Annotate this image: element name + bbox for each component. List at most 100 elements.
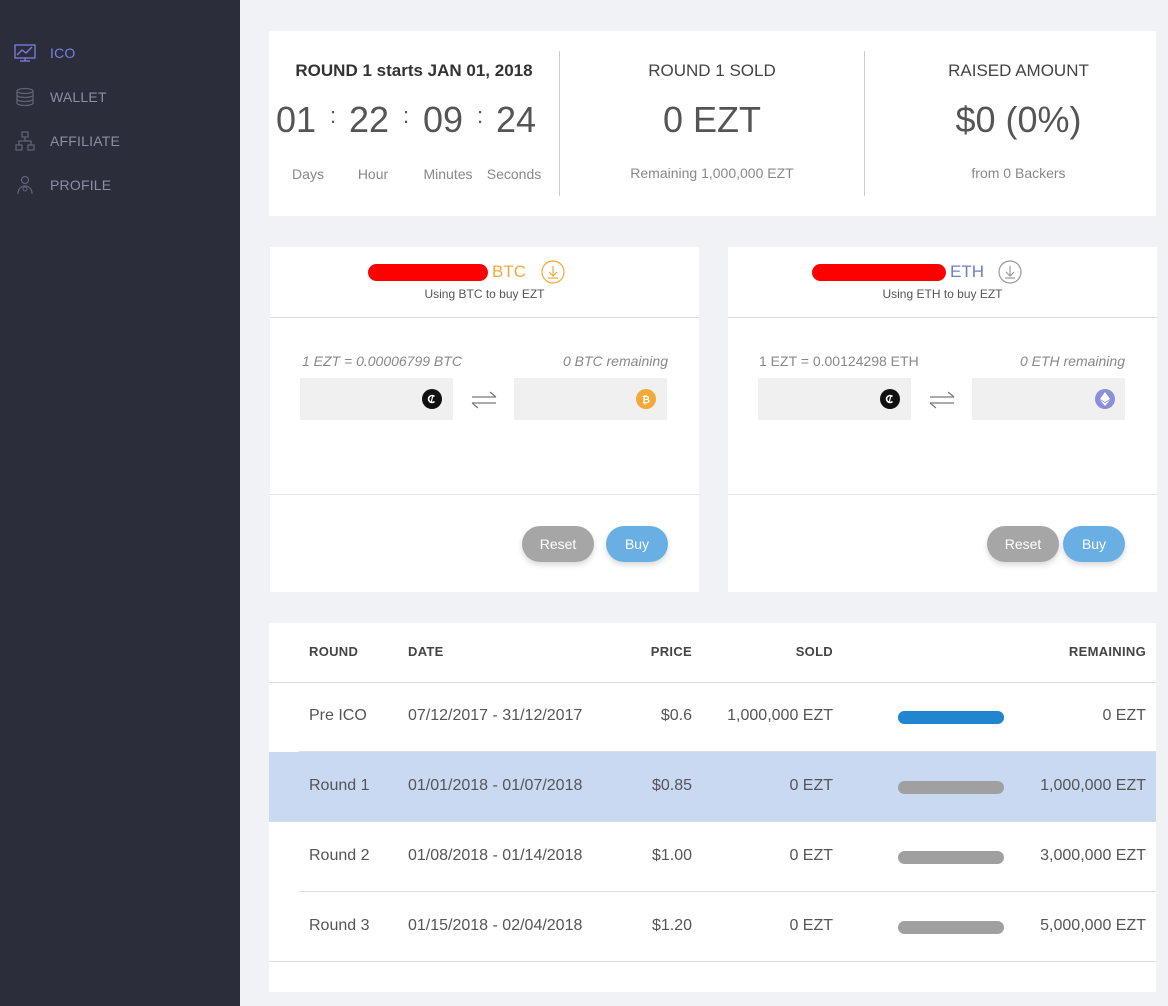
round-price: $1.00 xyxy=(651,847,692,864)
round-remaining: 1,000,000 EZT xyxy=(1040,777,1146,794)
round-date: 01/08/2018 - 01/14/2018 xyxy=(408,847,583,864)
table-row[interactable]: Pre ICO 07/12/2017 - 31/12/2017 $0.6 1,0… xyxy=(269,682,1156,752)
countdown-separator: : xyxy=(477,103,484,128)
eth-remaining: 0 ETH remaining xyxy=(1019,353,1125,369)
progress-bar-fill xyxy=(898,711,1004,724)
btc-rate: 1 EZT = 0.00006799 BTC xyxy=(302,353,462,369)
divider xyxy=(269,961,1156,962)
eth-buy-button[interactable]: Buy xyxy=(1063,526,1125,562)
round-name: Pre ICO xyxy=(309,707,367,724)
column-header-remaining: REMAINING xyxy=(1068,644,1146,659)
round-price: $0.85 xyxy=(651,777,692,794)
btc-panel-header: BTC Using BTC to buy EZT xyxy=(270,247,699,318)
round-sold: 0 EZT xyxy=(789,917,833,934)
countdown-section: ROUND 1 starts JAN 01, 2018 01 : 22 : 09… xyxy=(269,31,559,216)
download-icon[interactable] xyxy=(998,260,1022,284)
svg-text:₿: ₿ xyxy=(642,394,650,405)
btc-panel-subtitle: Using BTC to buy EZT xyxy=(424,287,545,301)
btc-remaining: 0 BTC remaining xyxy=(562,353,668,369)
countdown-seconds: 24 xyxy=(495,99,537,140)
raised-backers: from 0 Backers xyxy=(971,165,1066,181)
countdown-minutes-label: Minutes xyxy=(423,166,473,182)
ethereum-coin-icon xyxy=(1095,389,1115,409)
countdown-minutes: 09 xyxy=(422,99,464,140)
eth-currency-name: ETH xyxy=(950,262,984,281)
column-header-round: ROUND xyxy=(309,644,359,659)
round-date: 07/12/2017 - 31/12/2017 xyxy=(408,707,583,724)
btc-reset-button[interactable]: Reset xyxy=(522,526,594,562)
round-remaining: 3,000,000 EZT xyxy=(1040,847,1146,864)
round-sold-section: ROUND 1 SOLD 0 EZT Remaining 1,000,000 E… xyxy=(560,31,864,216)
network-icon xyxy=(14,130,36,152)
eth-rate: 1 EZT = 0.00124298 ETH xyxy=(759,353,919,369)
eth-panel-subtitle: Using ETH to buy EZT xyxy=(882,287,1003,301)
countdown-seconds-label: Seconds xyxy=(486,166,542,182)
progress-bar xyxy=(898,781,1004,794)
sidebar-item-label: AFFILIATE xyxy=(50,133,120,149)
sidebar-item-ico[interactable]: ICO xyxy=(14,41,76,65)
sidebar-item-label: WALLET xyxy=(50,89,107,105)
round-price: $0.6 xyxy=(660,707,692,724)
bitcoin-coin-icon: ₿ xyxy=(636,389,656,409)
sidebar-item-label: ICO xyxy=(50,45,76,61)
countdown-days: 01 xyxy=(275,99,317,140)
round-name: Round 3 xyxy=(309,917,370,934)
person-icon xyxy=(14,174,36,196)
progress-bar xyxy=(898,711,1004,724)
redaction-mark xyxy=(812,264,946,281)
sidebar-item-affiliate[interactable]: AFFILIATE xyxy=(14,129,120,153)
round-name: Round 2 xyxy=(309,847,370,864)
column-header-date: DATE xyxy=(408,644,444,659)
ezt-coin-icon xyxy=(422,389,442,409)
sidebar-item-label: PROFILE xyxy=(50,177,112,193)
round-sold: 0 EZT xyxy=(789,777,833,794)
round-sold-value: 0 EZT xyxy=(662,99,761,140)
eth-reset-button[interactable]: Reset xyxy=(987,526,1059,562)
eth-panel-header: ETH Using ETH to buy EZT xyxy=(728,247,1157,318)
column-header-price: PRICE xyxy=(650,644,692,659)
round-date: 01/01/2018 - 01/07/2018 xyxy=(408,777,583,794)
coins-icon xyxy=(14,86,36,108)
round-remaining: 5,000,000 EZT xyxy=(1040,917,1146,934)
round-remaining: 0 EZT xyxy=(1102,707,1146,724)
download-icon[interactable] xyxy=(541,260,565,284)
round-sold: 1,000,000 EZT xyxy=(727,707,833,724)
sidebar-item-wallet[interactable]: WALLET xyxy=(14,85,107,109)
countdown-hours-label: Hour xyxy=(357,166,389,182)
table-row-active[interactable]: Round 1 01/01/2018 - 01/07/2018 $0.85 0 … xyxy=(269,752,1156,822)
eth-buy-panel: ETH Using ETH to buy EZT 1 EZT = 0.00124… xyxy=(728,247,1157,592)
chart-icon xyxy=(14,42,36,64)
progress-bar xyxy=(898,921,1004,934)
column-header-sold: SOLD xyxy=(795,644,833,659)
stats-panel: ROUND 1 starts JAN 01, 2018 01 : 22 : 09… xyxy=(269,31,1156,216)
sidebar-item-profile[interactable]: PROFILE xyxy=(14,173,111,197)
progress-bar xyxy=(898,851,1004,864)
raised-title: RAISED AMOUNT xyxy=(948,61,1089,80)
round-name: Round 1 xyxy=(309,777,370,794)
countdown-separator: : xyxy=(403,103,410,128)
sidebar: ICO WALLET AFFILIATE PROFILE xyxy=(0,0,240,1006)
ezt-coin-icon xyxy=(880,389,900,409)
round-date: 01/15/2018 - 02/04/2018 xyxy=(408,917,583,934)
btc-buy-panel: BTC Using BTC to buy EZT 1 EZT = 0.00006… xyxy=(270,247,699,592)
countdown-hours: 22 xyxy=(348,99,390,140)
rounds-table: ROUND DATE PRICE SOLD REMAINING Pre ICO … xyxy=(269,623,1156,992)
raised-value: $0 (0%) xyxy=(955,99,1082,140)
table-row[interactable]: Round 2 01/08/2018 - 01/14/2018 $1.00 0 … xyxy=(269,822,1156,892)
round-start-title: ROUND 1 starts JAN 01, 2018 xyxy=(295,61,533,80)
btc-currency-name: BTC xyxy=(492,262,526,281)
swap-arrows-icon xyxy=(471,391,497,409)
btc-buy-button[interactable]: Buy xyxy=(606,526,668,562)
divider xyxy=(270,494,699,495)
countdown-days-label: Days xyxy=(292,166,324,182)
round-sold-remaining: Remaining 1,000,000 EZT xyxy=(630,165,794,181)
round-sold: 0 EZT xyxy=(789,847,833,864)
divider xyxy=(728,494,1157,495)
raised-section: RAISED AMOUNT $0 (0%) from 0 Backers xyxy=(865,31,1168,216)
countdown-separator: : xyxy=(330,103,337,128)
round-price: $1.20 xyxy=(651,917,692,934)
round-sold-title: ROUND 1 SOLD xyxy=(648,61,776,80)
table-row[interactable]: Round 3 01/15/2018 - 02/04/2018 $1.20 0 … xyxy=(269,892,1156,962)
swap-arrows-icon xyxy=(929,391,955,409)
redaction-mark xyxy=(368,264,488,281)
